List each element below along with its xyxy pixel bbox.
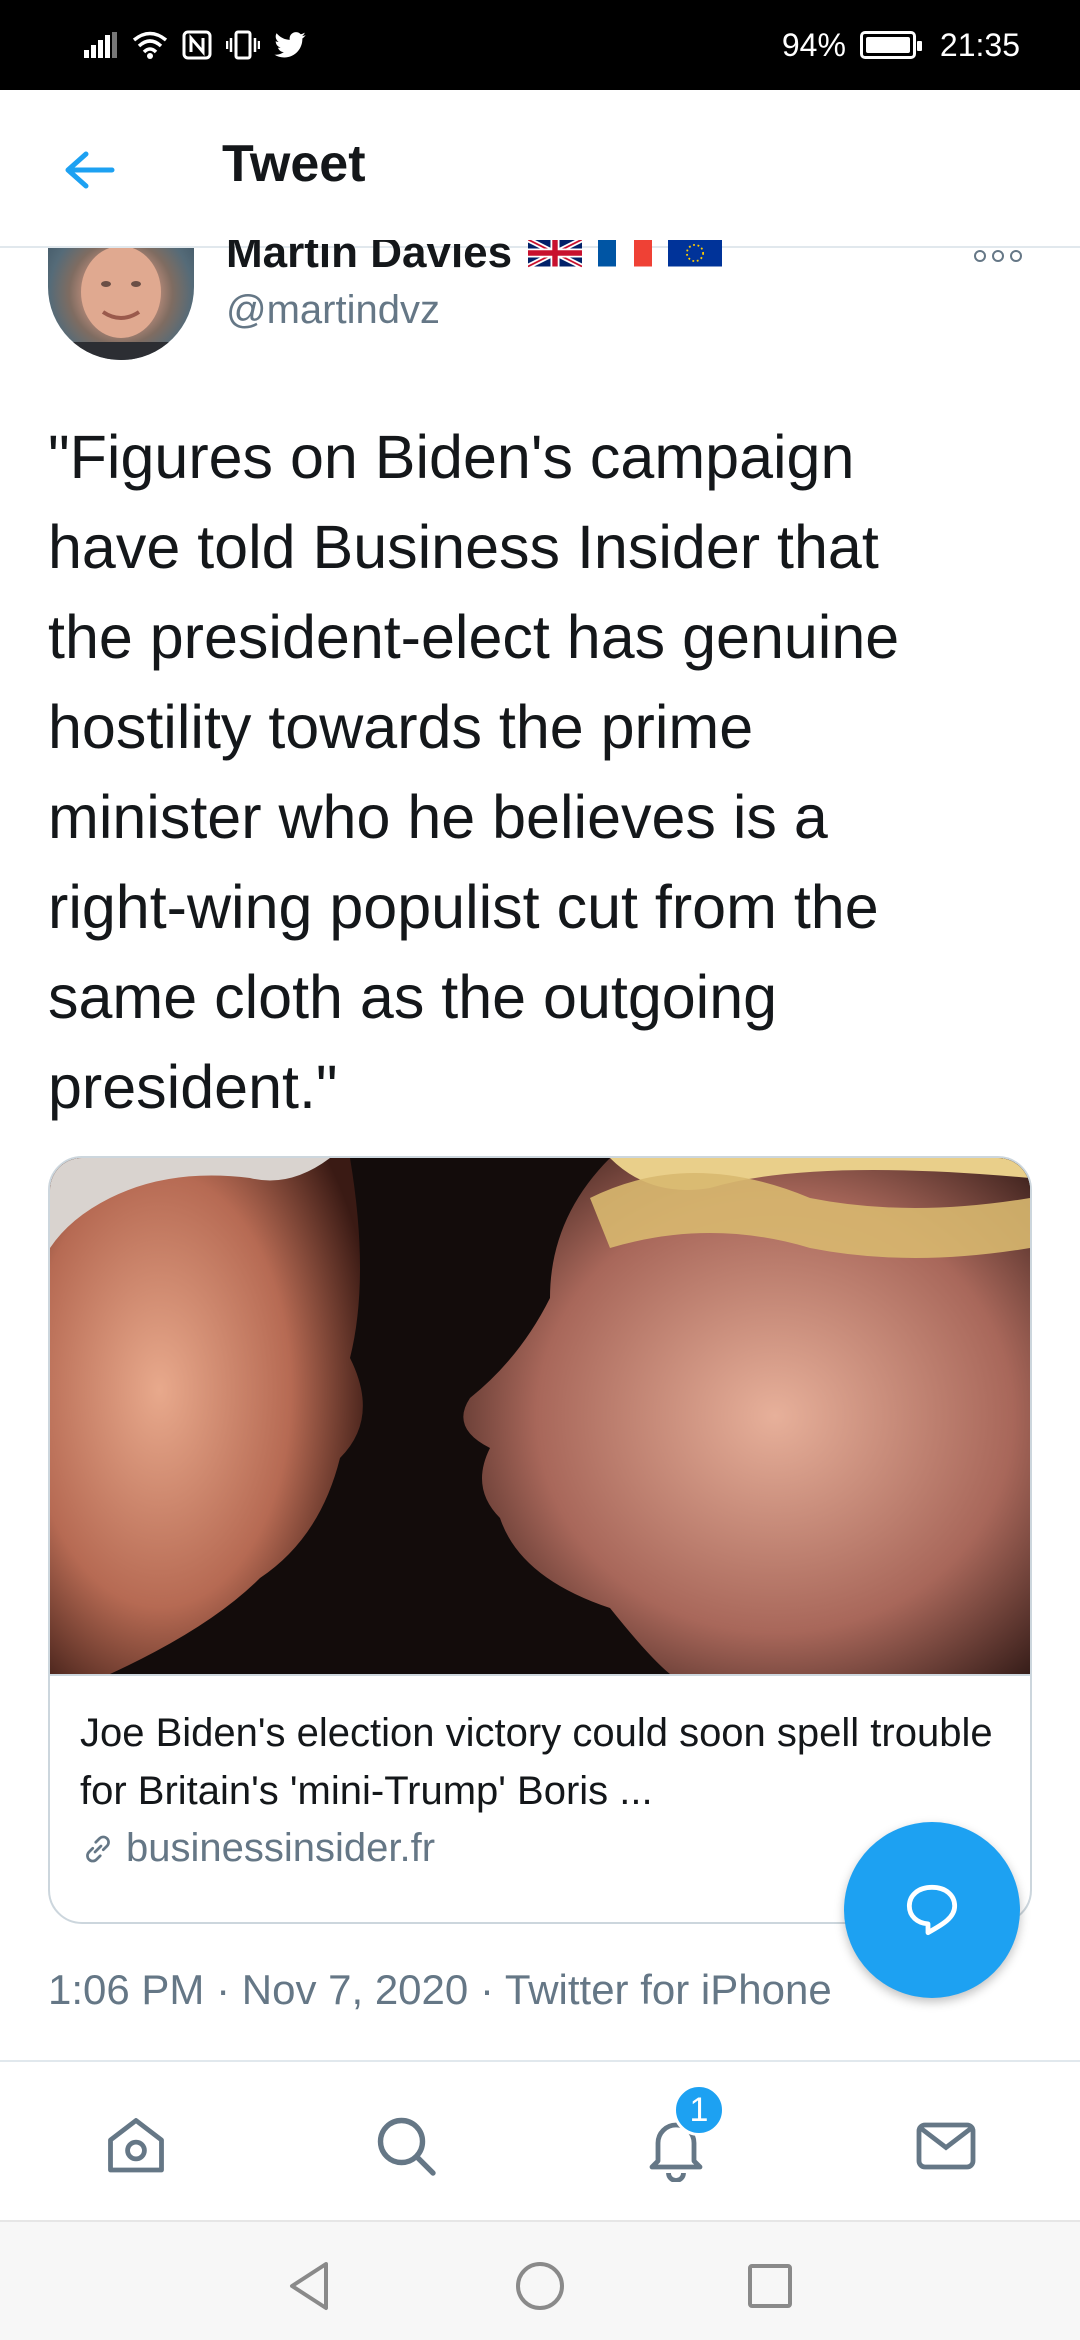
bottom-navigation xyxy=(0,2060,1080,2220)
tweet-meta: 1:06 PM · Nov 7, 2020 · Twitter for iPho… xyxy=(48,1966,832,2014)
author-handle[interactable]: @martindvz xyxy=(226,288,440,333)
wifi-icon xyxy=(132,31,168,59)
vibrate-icon xyxy=(226,30,260,60)
system-recents-button[interactable] xyxy=(742,2258,798,2314)
uk-flag-icon xyxy=(528,240,583,268)
system-back-button[interactable] xyxy=(282,2258,338,2314)
system-navigation-bar xyxy=(0,2220,1080,2340)
link-icon xyxy=(86,1835,110,1862)
arrow-left-icon xyxy=(65,151,115,189)
meta-separator: · xyxy=(479,1966,494,2013)
nav-messages[interactable] xyxy=(906,2106,986,2186)
tweet-date: Nov 7, 2020 xyxy=(241,1966,469,2013)
home-circle-icon xyxy=(516,2262,564,2310)
recents-square-icon xyxy=(748,2264,792,2308)
messages-icon xyxy=(916,2122,976,2170)
system-home-button[interactable] xyxy=(512,2258,568,2314)
nav-search[interactable] xyxy=(366,2106,446,2186)
search-icon xyxy=(377,2117,436,2176)
nfc-icon xyxy=(182,30,212,60)
card-photo-icon xyxy=(50,1158,1030,1674)
compose-reply-button[interactable] xyxy=(844,1822,1020,1998)
status-icons-right: 94% 21:35 xyxy=(782,27,1020,64)
tweet-source[interactable]: Twitter for iPhone xyxy=(505,1966,832,2013)
app-header: Tweet xyxy=(0,90,1080,248)
twitter-icon xyxy=(274,32,306,58)
back-triangle-icon xyxy=(290,2262,328,2310)
avatar-face-icon xyxy=(68,248,174,360)
tweet-author: Martin Davies @martindvz xyxy=(0,240,1080,378)
card-title: Joe Biden's election victory could soon … xyxy=(80,1711,993,1813)
eu-flag-icon xyxy=(668,240,723,267)
more-dot-icon xyxy=(1010,250,1022,262)
author-name[interactable]: Martin Davies xyxy=(226,240,723,276)
battery-icon xyxy=(859,31,922,59)
france-flag-icon xyxy=(598,240,653,267)
more-dot-icon xyxy=(974,250,986,262)
signal-icon xyxy=(84,32,118,58)
more-options-button[interactable] xyxy=(968,248,1028,268)
status-bar: 94% 21:35 xyxy=(0,0,1080,90)
link-card[interactable]: Joe Biden's election victory could soon … xyxy=(48,1156,1032,1924)
back-button[interactable] xyxy=(60,140,120,200)
status-icons-left xyxy=(84,30,306,60)
battery-percent: 94% xyxy=(781,26,846,63)
reply-bubble-icon xyxy=(906,1884,958,1936)
meta-separator: · xyxy=(216,1966,231,2013)
card-image xyxy=(50,1158,1030,1674)
page-title: Tweet xyxy=(222,135,366,193)
nav-home[interactable] xyxy=(96,2106,176,2186)
clock: 21:35 xyxy=(939,26,1020,63)
avatar[interactable] xyxy=(48,248,194,360)
tweet-time: 1:06 PM xyxy=(48,1966,205,2013)
tweet-text: "Figures on Biden's campaign have told B… xyxy=(48,423,900,1121)
card-domain-text: businessinsider.fr xyxy=(126,1826,436,1870)
home-icon xyxy=(108,2118,164,2173)
more-dot-icon xyxy=(992,250,1004,262)
notifications-badge: 1 xyxy=(673,2084,725,2136)
